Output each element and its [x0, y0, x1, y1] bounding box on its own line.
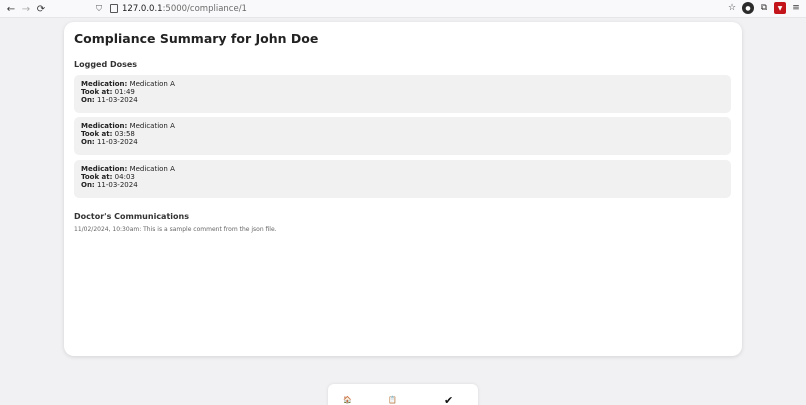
home-icon[interactable]: 🏠 [343, 396, 352, 404]
extension-icon[interactable]: ● [742, 2, 754, 14]
medication-label: Medication: [81, 122, 128, 130]
communications-heading: Doctor's Communications [74, 212, 189, 221]
dose-entry: Medication: Medication A Took at: 01:49 … [74, 75, 731, 113]
log-icon[interactable]: 📋 [388, 396, 397, 404]
took-at-value: 04:03 [114, 173, 135, 181]
dose-entry: Medication: Medication A Took at: 03:58 … [74, 117, 731, 155]
page-title: Compliance Summary for John Doe [74, 31, 319, 46]
address-bar[interactable]: ⛉ 127.0.0.1:5000/compliance/1 [94, 1, 744, 16]
on-label: On: [81, 138, 95, 146]
toolbar-right: ☆ ● ⧉ ▼ ≡ [726, 2, 802, 14]
compliance-check-icon[interactable]: ✔ [444, 394, 453, 405]
medication-value: Medication A [129, 165, 175, 173]
on-label: On: [81, 96, 95, 104]
on-value: 11-03-2024 [96, 138, 138, 146]
extensions-puzzle-icon[interactable]: ⧉ [758, 2, 770, 14]
bottom-nav: 🏠 📋 ✔ [328, 384, 478, 405]
bookmark-star-icon[interactable]: ☆ [726, 2, 738, 14]
took-at-value: 03:58 [114, 130, 135, 138]
medication-label: Medication: [81, 80, 128, 88]
back-icon[interactable]: ← [4, 2, 18, 16]
compliance-card: Compliance Summary for John Doe Logged D… [64, 22, 742, 356]
dose-entry: Medication: Medication A Took at: 04:03 … [74, 160, 731, 198]
took-at-value: 01:49 [114, 88, 135, 96]
forward-icon[interactable]: → [19, 2, 33, 16]
took-at-label: Took at: [81, 173, 113, 181]
browser-toolbar: ← → ⟳ ⛉ 127.0.0.1:5000/compliance/1 ☆ ● … [0, 0, 806, 18]
page-icon [110, 4, 118, 13]
on-label: On: [81, 181, 95, 189]
url-host: 127.0.0.1 [122, 3, 163, 14]
medication-value: Medication A [129, 122, 175, 130]
took-at-label: Took at: [81, 130, 113, 138]
shield-icon: ⛉ [96, 3, 102, 13]
took-at-label: Took at: [81, 88, 113, 96]
logged-doses-heading: Logged Doses [74, 60, 138, 69]
medication-value: Medication A [129, 80, 175, 88]
reload-icon[interactable]: ⟳ [34, 2, 48, 16]
on-value: 11-03-2024 [96, 96, 138, 104]
menu-icon[interactable]: ≡ [790, 2, 802, 14]
communication-entry: 11/02/2024, 10:30am: This is a sample co… [74, 226, 277, 233]
url-path: :5000/compliance/1 [162, 3, 247, 14]
on-value: 11-03-2024 [96, 181, 138, 189]
shield-extension-icon[interactable]: ▼ [774, 2, 786, 14]
medication-label: Medication: [81, 165, 128, 173]
